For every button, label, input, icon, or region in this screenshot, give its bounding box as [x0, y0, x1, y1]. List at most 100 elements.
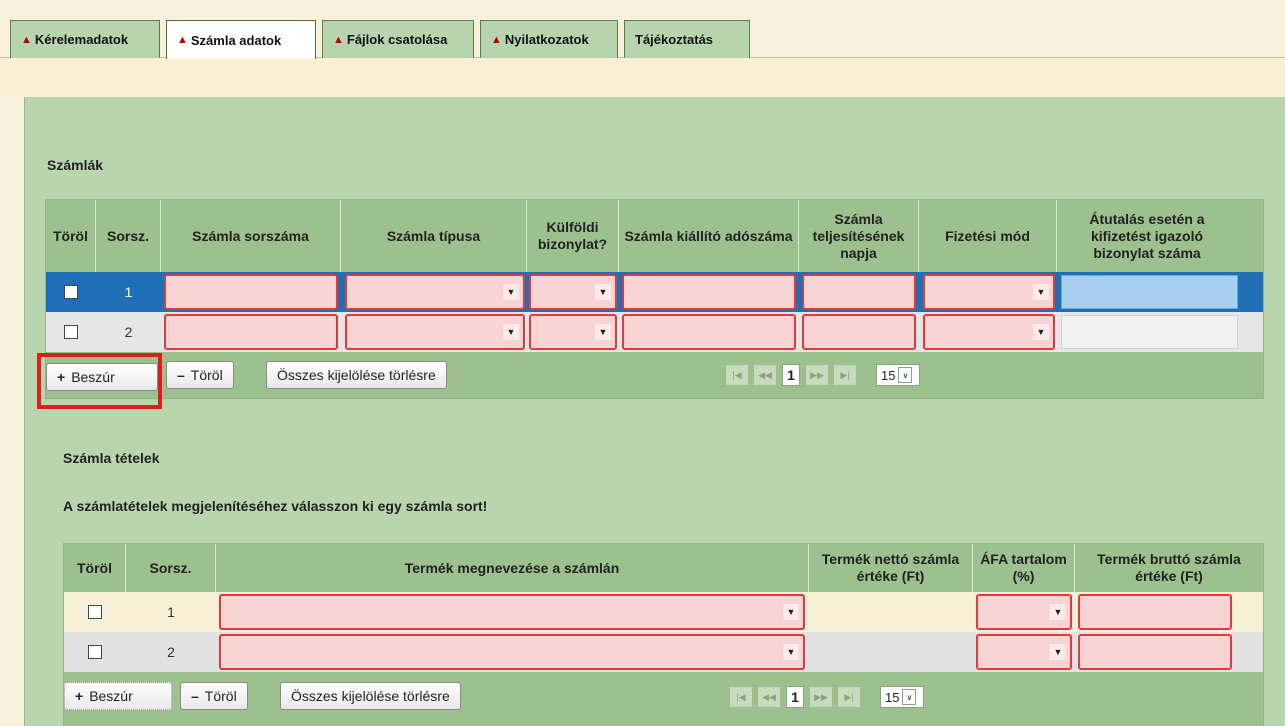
transfer-document-input[interactable]: [1061, 315, 1238, 349]
insert-item-button[interactable]: + Beszúr: [64, 682, 172, 710]
chevron-down-icon: ▼: [503, 284, 519, 300]
row-delete-checkbox[interactable]: [64, 325, 78, 339]
col-header-transfer: Átutalás esetén a kifizetést igazoló biz…: [1089, 210, 1205, 261]
chevron-down-icon: ▼: [1033, 284, 1049, 300]
table-row[interactable]: 2 ▼ ▼: [64, 632, 1263, 672]
select-all-for-delete-button[interactable]: Összes kijelölése törlésre: [266, 361, 447, 389]
last-page-icon[interactable]: ▶|: [838, 687, 860, 707]
chevron-down-icon: ▼: [595, 324, 611, 340]
payment-method-select[interactable]: ▼: [923, 274, 1055, 310]
row-seq: 2: [124, 324, 133, 340]
gross-value-input[interactable]: [1078, 634, 1232, 670]
highlight-box: [37, 353, 162, 409]
transfer-document-input[interactable]: [1061, 275, 1238, 309]
row-seq: 1: [167, 604, 175, 620]
vat-rate-select[interactable]: ▼: [976, 594, 1072, 630]
current-page[interactable]: 1: [786, 686, 804, 708]
tab-fajlok-csatolasa[interactable]: ▲ Fájlok csatolása: [322, 20, 474, 58]
fulfillment-date-input[interactable]: [802, 314, 916, 350]
row-delete-checkbox[interactable]: [88, 605, 102, 619]
chevron-down-icon: ▼: [1050, 604, 1066, 620]
col-header-vat: ÁFA tartalom (%): [973, 544, 1075, 592]
delete-invoice-button[interactable]: – Töröl: [166, 361, 234, 389]
tab-szamla-adatok[interactable]: ▲ Számla adatok: [166, 20, 316, 59]
chevron-down-icon: ∨: [898, 367, 913, 383]
table-row[interactable]: 1 ▼ ▼: [64, 592, 1263, 632]
issuer-tax-number-input[interactable]: [622, 314, 796, 350]
col-header-gross: Termék bruttó számla értéke (Ft): [1097, 551, 1241, 584]
current-page[interactable]: 1: [782, 364, 800, 386]
invoices-grid: Töröl Sorsz. Számla sorszáma Számla típu…: [45, 199, 1264, 399]
product-name-select[interactable]: ▼: [219, 594, 805, 630]
first-page-icon[interactable]: |◀: [730, 687, 752, 707]
vat-rate-select[interactable]: ▼: [976, 634, 1072, 670]
gross-value-input[interactable]: [1078, 594, 1232, 630]
invoice-type-select[interactable]: ▼: [345, 274, 525, 310]
items-pager: |◀ ◀◀ 1 ▶▶ ▶| 15 ∨: [730, 686, 924, 708]
product-name-select[interactable]: ▼: [219, 634, 805, 670]
tab-label: Fájlok csatolása: [346, 32, 448, 47]
row-seq: 2: [167, 644, 175, 660]
tab-kerelemadatok[interactable]: ▲ Kérelemadatok: [10, 20, 160, 58]
row-seq: 1: [124, 284, 133, 300]
col-header-number: Számla sorszáma: [161, 200, 341, 272]
fulfillment-date-input[interactable]: [802, 274, 916, 310]
chevron-down-icon: ▼: [595, 284, 611, 300]
invoice-panel: Számlák Töröl Sorsz. Számla sorszáma Szá…: [24, 97, 1285, 726]
delete-item-button[interactable]: – Töröl: [180, 682, 248, 710]
tab-content-stripe: [0, 59, 1285, 97]
tab-nyilatkozatok[interactable]: ▲ Nyilatkozatok: [480, 20, 618, 58]
warning-triangle-icon: ▲: [177, 34, 188, 46]
row-delete-checkbox[interactable]: [64, 285, 78, 299]
col-header-issuer-tax: Számla kiállító adószáma: [619, 200, 799, 272]
prev-page-icon[interactable]: ◀◀: [754, 365, 776, 385]
warning-triangle-icon: ▲: [491, 33, 502, 46]
prev-page-icon[interactable]: ◀◀: [758, 687, 780, 707]
warning-triangle-icon: ▲: [21, 33, 32, 46]
col-header-delete: Töröl: [64, 544, 126, 592]
items-hint: A számlatételek megjelenítéséhez válassz…: [63, 498, 488, 514]
foreign-document-select[interactable]: ▼: [529, 274, 617, 310]
col-header-seq: Sorsz.: [126, 544, 216, 592]
last-page-icon[interactable]: ▶|: [834, 365, 856, 385]
invoice-type-select[interactable]: ▼: [345, 314, 525, 350]
tab-label: Nyilatkozatok: [504, 32, 589, 47]
items-header: Töröl Sorsz. Termék megnevezése a számlá…: [64, 544, 1263, 592]
chevron-down-icon: ▼: [1033, 324, 1049, 340]
tab-tajekoztatas[interactable]: Tájékoztatás: [624, 20, 750, 58]
page-size-select[interactable]: 15 ∨: [880, 686, 924, 708]
tab-bar: ▲ Kérelemadatok ▲ Számla adatok ▲ Fájlok cs…: [0, 0, 1285, 59]
col-header-foreign: Külföldi bizonylat?: [527, 200, 619, 272]
items-grid: Töröl Sorsz. Termék megnevezése a számlá…: [63, 543, 1264, 726]
select-all-for-delete-button[interactable]: Összes kijelölése törlésre: [280, 682, 461, 710]
tab-label: Kérelemadatok: [34, 32, 129, 47]
items-toolbar: + Beszúr – Töröl Összes kijelölése törlésr…: [64, 672, 1263, 726]
foreign-document-select[interactable]: ▼: [529, 314, 617, 350]
col-header-product: Termék megnevezése a számlán: [216, 544, 809, 592]
invoice-number-input[interactable]: [164, 314, 338, 350]
page-size-select[interactable]: 15 ∨: [876, 364, 920, 386]
chevron-down-icon: ∨: [902, 689, 917, 705]
items-title: Számla tételek: [63, 450, 160, 466]
next-page-icon[interactable]: ▶▶: [806, 365, 828, 385]
first-page-icon[interactable]: |◀: [726, 365, 748, 385]
col-header-payment: Fizetési mód: [919, 200, 1057, 272]
chevron-down-icon: ▼: [783, 644, 799, 660]
row-delete-checkbox[interactable]: [88, 645, 102, 659]
tab-label: Tájékoztatás: [635, 32, 714, 47]
table-row[interactable]: 2 ▼ ▼ ▼: [46, 312, 1263, 352]
col-header-type: Számla típusa: [341, 200, 527, 272]
table-row[interactable]: 1 ▼ ▼ ▼: [46, 272, 1263, 312]
col-header-seq: Sorsz.: [96, 200, 161, 272]
chevron-down-icon: ▼: [1050, 644, 1066, 660]
warning-triangle-icon: ▲: [333, 33, 344, 46]
issuer-tax-number-input[interactable]: [622, 274, 796, 310]
next-page-icon[interactable]: ▶▶: [810, 687, 832, 707]
invoices-toolbar: + Beszúr – Töröl Összes kijelölése törlésr…: [46, 352, 1263, 398]
invoices-header: Töröl Sorsz. Számla sorszáma Számla típu…: [46, 200, 1263, 272]
col-header-fulfillment: Számla teljesítésének napja: [799, 200, 919, 272]
invoice-number-input[interactable]: [164, 274, 338, 310]
chevron-down-icon: ▼: [503, 324, 519, 340]
chevron-down-icon: ▼: [783, 604, 799, 620]
payment-method-select[interactable]: ▼: [923, 314, 1055, 350]
